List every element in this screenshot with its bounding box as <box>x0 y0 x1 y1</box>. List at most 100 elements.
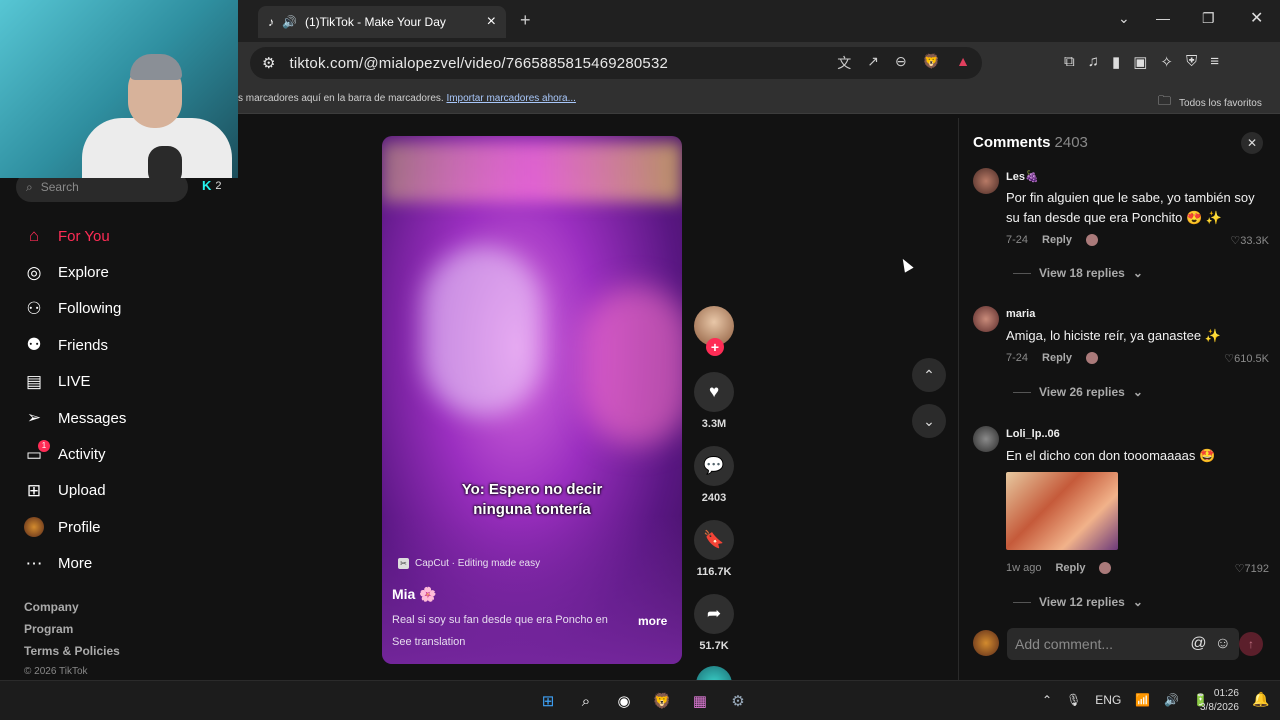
sidebar-item-friends[interactable]: ⚉ Friends <box>24 327 126 363</box>
search-icon: ⌕ <box>26 179 33 194</box>
search-icon[interactable]: ⌕ <box>574 689 598 713</box>
wallet-icon[interactable]: ▣ <box>1133 53 1147 71</box>
clock-date: 3/8/2026 <box>1200 702 1239 713</box>
sidebar-item-profile[interactable]: Profile <box>24 509 126 545</box>
share-icon[interactable]: ➦ <box>694 594 734 634</box>
comment-action[interactable]: 💬 2403 <box>692 446 736 504</box>
like-action[interactable]: ♥ 3.3M <box>692 372 736 430</box>
add-comment-input[interactable]: Add comment... @ ☺ <box>1007 628 1239 660</box>
heart-icon[interactable]: ♥ <box>694 372 734 412</box>
zoom-icon[interactable]: ⊖ <box>895 53 907 73</box>
microphone-icon[interactable]: 🎙 <box>1066 693 1081 707</box>
address-bar[interactable]: ⚙ tiktok.com/@mialopezvel/video/76658858… <box>250 47 982 79</box>
extensions-icon[interactable]: ⧉ <box>1064 53 1075 71</box>
see-translation-link[interactable]: See translation <box>392 636 465 648</box>
creator-avatar[interactable]: + <box>694 306 734 356</box>
view-replies-button[interactable]: View 12 replies ⌄ <box>1013 595 1143 609</box>
browser-tab[interactable]: ♪ 🔊 (1)TikTok - Make Your Day × <box>258 6 506 38</box>
open-external-icon[interactable]: ↗ <box>867 53 879 73</box>
reply-button[interactable]: Reply <box>1042 234 1072 246</box>
video-author[interactable]: Mia 🌸 <box>392 586 437 603</box>
volume-icon[interactable]: 🔊 <box>1164 693 1179 707</box>
capcut-anchor[interactable]: ✂ CapCut · Editing made easy <box>398 558 540 569</box>
bookmark-icon[interactable]: 🔖 <box>694 520 734 560</box>
system-tray: ⌃ 🎙 ENG 📶 🔊 🔋 <box>1042 693 1208 707</box>
sidebar-item-label: LIVE <box>58 373 91 391</box>
save-action[interactable]: 🔖 116.7K <box>692 520 736 578</box>
brave-rewards-icon[interactable]: ▲ <box>956 53 970 73</box>
profile-avatar <box>24 517 44 538</box>
coins-badge[interactable]: K 2 <box>202 178 222 193</box>
comment-text: Por fin alguien que le sabe, yo también … <box>1006 190 1255 225</box>
new-tab-button[interactable]: + <box>520 10 531 31</box>
commenter-avatar[interactable] <box>973 426 999 452</box>
chevron-up-icon[interactable]: ⌃ <box>1042 693 1052 707</box>
close-comments-icon[interactable]: ✕ <box>1241 132 1263 154</box>
minimize-button[interactable]: — <box>1156 10 1170 26</box>
heart-outline-icon: ♡ <box>1234 563 1245 575</box>
footer-link-program[interactable]: Program <box>24 622 120 644</box>
sidebar-toggle-icon[interactable]: ▮ <box>1112 53 1120 71</box>
sidebar-item-upload[interactable]: ⊞ Upload <box>24 473 126 509</box>
previous-video-button[interactable]: ⌃ <box>912 358 946 392</box>
sidebar-item-messages[interactable]: ➢ Messages <box>24 400 127 436</box>
all-favorites-button[interactable]: 🗀 Todos los favoritos <box>1158 92 1262 114</box>
footer-link-terms[interactable]: Terms & Policies <box>24 644 120 666</box>
sidebar-item-explore[interactable]: ◎ Explore <box>24 254 126 290</box>
obs-icon[interactable]: ◉ <box>612 689 636 713</box>
view-replies-button[interactable]: View 18 replies ⌄ <box>1013 266 1143 280</box>
emoji-icon[interactable]: ☺ <box>1215 635 1231 653</box>
comment-like[interactable]: ♡33.3K <box>1230 234 1269 247</box>
sidebar-item-more[interactable]: ⋯ More <box>24 546 126 582</box>
reply-button[interactable]: Reply <box>1055 562 1085 574</box>
comment-like[interactable]: ♡610.5K <box>1224 352 1269 365</box>
commenter-avatar[interactable] <box>973 168 999 194</box>
language-indicator[interactable]: ENG <box>1095 693 1121 707</box>
commenter-name[interactable]: Loli_lp..06 <box>1006 428 1060 440</box>
taskbar-clock[interactable]: 01:26 3/8/2026 <box>1200 687 1239 715</box>
wifi-icon[interactable]: 📶 <box>1135 693 1150 707</box>
app-icon[interactable]: ▦ <box>688 689 712 713</box>
import-bookmarks-link[interactable]: Importar marcadores ahora... <box>446 93 576 104</box>
brave-browser-icon[interactable]: 🦁 <box>650 689 674 713</box>
share-action[interactable]: ➦ 51.7K <box>692 594 736 652</box>
commenter-name[interactable]: maria <box>1006 308 1035 320</box>
window-close-button[interactable]: ✕ <box>1250 8 1263 28</box>
sidebar-item-live[interactable]: ▤ LIVE <box>24 364 126 400</box>
follow-plus-icon[interactable]: + <box>706 338 724 356</box>
brave-shields-icon[interactable]: 🦁 <box>923 53 940 73</box>
media-icon[interactable]: ♫ <box>1088 53 1099 71</box>
site-settings-icon[interactable]: ⚙ <box>262 54 275 72</box>
maximize-button[interactable]: ❐ <box>1202 10 1215 27</box>
comment-icon[interactable]: 💬 <box>694 446 734 486</box>
comment-sticker-image[interactable] <box>1006 472 1118 550</box>
notification-bell-icon[interactable]: 🔔 <box>1252 691 1269 708</box>
tab-close-icon[interactable]: × <box>487 13 496 31</box>
windows-start-icon[interactable]: ⊞ <box>536 689 560 713</box>
settings-gear-icon[interactable]: ⚙ <box>726 689 750 713</box>
send-comment-button[interactable]: ↑ <box>1239 632 1263 656</box>
video-player[interactable]: Yo: Espero no decir ninguna tontería ✂ C… <box>382 136 682 664</box>
comment-like[interactable]: ♡7192 <box>1235 562 1269 575</box>
translate-icon[interactable]: 文 <box>837 53 851 73</box>
save-count: 116.7K <box>696 566 732 578</box>
share-count: 51.7K <box>699 640 729 652</box>
tab-title: (1)TikTok - Make Your Day <box>304 15 446 29</box>
sidebar-item-activity[interactable]: ▭ 1 Activity <box>24 436 126 472</box>
commenter-name[interactable]: Les🍇 <box>1006 170 1039 183</box>
mention-icon[interactable]: @ <box>1190 635 1206 653</box>
description-more-button[interactable]: more <box>638 614 667 628</box>
tab-search-chevron-icon[interactable]: ⌄ <box>1118 10 1130 27</box>
menu-icon[interactable]: ≡ <box>1210 53 1219 71</box>
next-video-button[interactable]: ⌄ <box>912 404 946 438</box>
leo-ai-icon[interactable]: ✧ <box>1160 53 1173 71</box>
audio-playing-icon[interactable]: 🔊 <box>282 15 297 29</box>
url-text[interactable]: tiktok.com/@mialopezvel/video/7665885815… <box>289 55 668 72</box>
sidebar-item-for-you[interactable]: ⌂ For You <box>24 218 126 254</box>
commenter-avatar[interactable] <box>973 306 999 332</box>
footer-link-company[interactable]: Company <box>24 600 120 622</box>
view-replies-button[interactable]: View 26 replies ⌄ <box>1013 385 1143 399</box>
reply-button[interactable]: Reply <box>1042 352 1072 364</box>
sidebar-item-following[interactable]: ⚇ Following <box>24 291 126 327</box>
vpn-icon[interactable]: ⛨ <box>1186 53 1197 71</box>
